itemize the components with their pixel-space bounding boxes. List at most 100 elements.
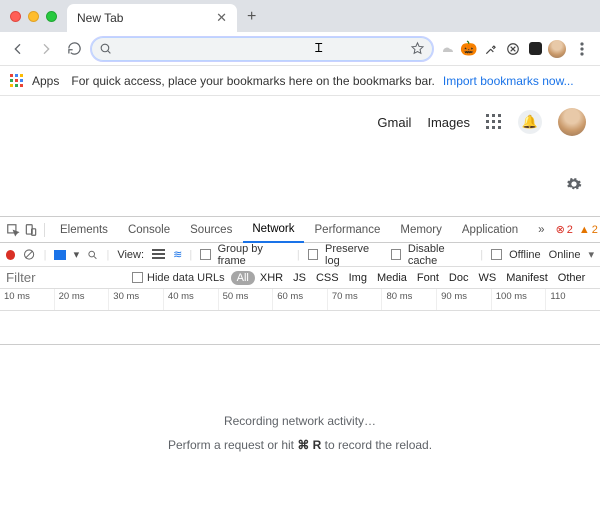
forward-button[interactable] xyxy=(34,37,58,61)
filter-toggle-icon[interactable]: ▾ xyxy=(74,248,80,261)
extension-icon-2[interactable]: 🎃 xyxy=(460,40,478,58)
search-icon xyxy=(99,42,112,55)
network-toolbar: | ▾ | View: ≋ | Group by frame | Preserv… xyxy=(0,243,600,267)
tab-console[interactable]: Console xyxy=(119,217,179,243)
record-button[interactable] xyxy=(6,250,15,260)
arrow-left-icon xyxy=(10,41,26,57)
throttling-select[interactable]: Online xyxy=(549,249,581,261)
reload-button[interactable] xyxy=(62,37,86,61)
account-avatar[interactable] xyxy=(558,108,586,136)
apps-icon[interactable] xyxy=(10,74,24,88)
tab-title: New Tab xyxy=(77,11,123,25)
bell-icon: 🔔 xyxy=(522,114,538,130)
tab-application[interactable]: Application xyxy=(453,217,527,243)
extension-icon-3[interactable] xyxy=(482,40,500,58)
filter-input[interactable] xyxy=(0,268,130,288)
filter-type-xhr[interactable]: XHR xyxy=(255,270,288,286)
filter-type-img[interactable]: Img xyxy=(344,270,372,286)
disable-cache-label: Disable cache xyxy=(408,243,472,267)
filter-type-ws[interactable]: WS xyxy=(473,270,501,286)
new-tab-button[interactable]: + xyxy=(237,8,266,32)
tick: 90 ms xyxy=(437,289,492,310)
filter-type-js[interactable]: JS xyxy=(288,270,311,286)
avatar-icon xyxy=(548,40,566,58)
tick: 30 ms xyxy=(109,289,164,310)
clear-icon[interactable] xyxy=(23,248,35,261)
close-tab-icon[interactable]: ✕ xyxy=(216,10,227,26)
filter-type-media[interactable]: Media xyxy=(372,270,412,286)
filter-type-other[interactable]: Other xyxy=(553,270,591,286)
screenshots-icon[interactable] xyxy=(54,250,65,260)
search-icon[interactable] xyxy=(87,249,98,261)
error-icon: ⊗ xyxy=(556,223,565,236)
waterfall-view-icon[interactable]: ≋ xyxy=(173,248,181,261)
minimize-window-button[interactable] xyxy=(28,11,39,22)
filter-type-manifest[interactable]: Manifest xyxy=(501,270,553,286)
group-by-frame-checkbox[interactable] xyxy=(200,249,210,260)
list-view-icon[interactable] xyxy=(152,249,165,261)
bookmark-hint: For quick access, place your bookmarks h… xyxy=(71,74,435,88)
gear-icon xyxy=(566,176,582,192)
device-icon[interactable] xyxy=(24,223,38,237)
extension-icon-1[interactable] xyxy=(438,40,456,58)
address-input[interactable] xyxy=(118,41,404,56)
warning-count[interactable]: ▲2 xyxy=(579,224,598,236)
kebab-icon xyxy=(580,42,584,56)
filter-type-font[interactable]: Font xyxy=(412,270,444,286)
import-bookmarks-link[interactable]: Import bookmarks now... xyxy=(443,74,574,88)
throttling-dropdown-icon[interactable]: ▾ xyxy=(588,248,594,261)
chrome-menu-button[interactable] xyxy=(570,37,594,61)
eyedropper-icon xyxy=(484,42,498,56)
tab-network[interactable]: Network xyxy=(243,217,303,243)
warning-icon: ▲ xyxy=(579,224,590,236)
devtools-tab-bar: Elements Console Sources Network Perform… xyxy=(0,217,600,243)
timeline-tracks[interactable] xyxy=(0,311,600,345)
tick: 50 ms xyxy=(219,289,274,310)
bookmarks-bar: Apps For quick access, place your bookma… xyxy=(0,66,600,96)
star-icon[interactable] xyxy=(410,41,425,56)
network-filter-bar: Hide data URLs All XHR JS CSS Img Media … xyxy=(0,267,600,289)
hide-data-urls-label: Hide data URLs xyxy=(147,272,225,284)
tab-memory[interactable]: Memory xyxy=(391,217,451,243)
preserve-log-checkbox[interactable] xyxy=(308,249,318,260)
customize-button[interactable] xyxy=(566,176,582,192)
filter-type-all[interactable]: All xyxy=(231,271,255,285)
omnibox[interactable]: Ꮖ xyxy=(90,36,434,62)
preserve-log-label: Preserve log xyxy=(325,243,382,267)
filter-type-doc[interactable]: Doc xyxy=(444,270,474,286)
browser-tab[interactable]: New Tab ✕ xyxy=(67,4,237,32)
reload-icon xyxy=(67,41,82,56)
tab-elements[interactable]: Elements xyxy=(51,217,117,243)
cloud-icon xyxy=(439,41,455,57)
filter-type-css[interactable]: CSS xyxy=(311,270,344,286)
tick: 70 ms xyxy=(328,289,383,310)
maximize-window-button[interactable] xyxy=(46,11,57,22)
images-link[interactable]: Images xyxy=(427,115,470,130)
hide-data-urls-checkbox[interactable] xyxy=(132,272,143,283)
gmail-link[interactable]: Gmail xyxy=(377,115,411,130)
disable-cache-checkbox[interactable] xyxy=(391,249,401,260)
timeline-ruler[interactable]: 10 ms 20 ms 30 ms 40 ms 50 ms 60 ms 70 m… xyxy=(0,289,600,311)
close-window-button[interactable] xyxy=(10,11,21,22)
extension-icon-4[interactable] xyxy=(504,40,522,58)
profile-avatar-small[interactable] xyxy=(548,40,566,58)
inspect-icon[interactable] xyxy=(6,223,20,237)
view-label: View: xyxy=(117,249,144,261)
keyboard-shortcut: ⌘ R xyxy=(297,438,321,452)
apps-label[interactable]: Apps xyxy=(32,74,59,88)
tabs-overflow[interactable]: » xyxy=(529,217,553,243)
tab-sources[interactable]: Sources xyxy=(181,217,241,243)
extension-icon-5[interactable] xyxy=(526,40,544,58)
notifications-button[interactable]: 🔔 xyxy=(518,110,542,134)
tick: 40 ms xyxy=(164,289,219,310)
recording-hint-text: Perform a request or hit ⌘ R to record t… xyxy=(168,438,432,452)
text-cursor-icon: Ꮖ xyxy=(315,41,323,56)
tab-strip: New Tab ✕ + xyxy=(0,0,600,32)
tick: 110 xyxy=(546,289,600,310)
error-count[interactable]: ⊗2 xyxy=(556,223,573,236)
network-empty-state: Recording network activity… Perform a re… xyxy=(0,345,600,521)
google-apps-icon[interactable] xyxy=(486,114,502,130)
back-button[interactable] xyxy=(6,37,30,61)
tab-performance[interactable]: Performance xyxy=(306,217,390,243)
offline-checkbox[interactable] xyxy=(491,249,502,260)
